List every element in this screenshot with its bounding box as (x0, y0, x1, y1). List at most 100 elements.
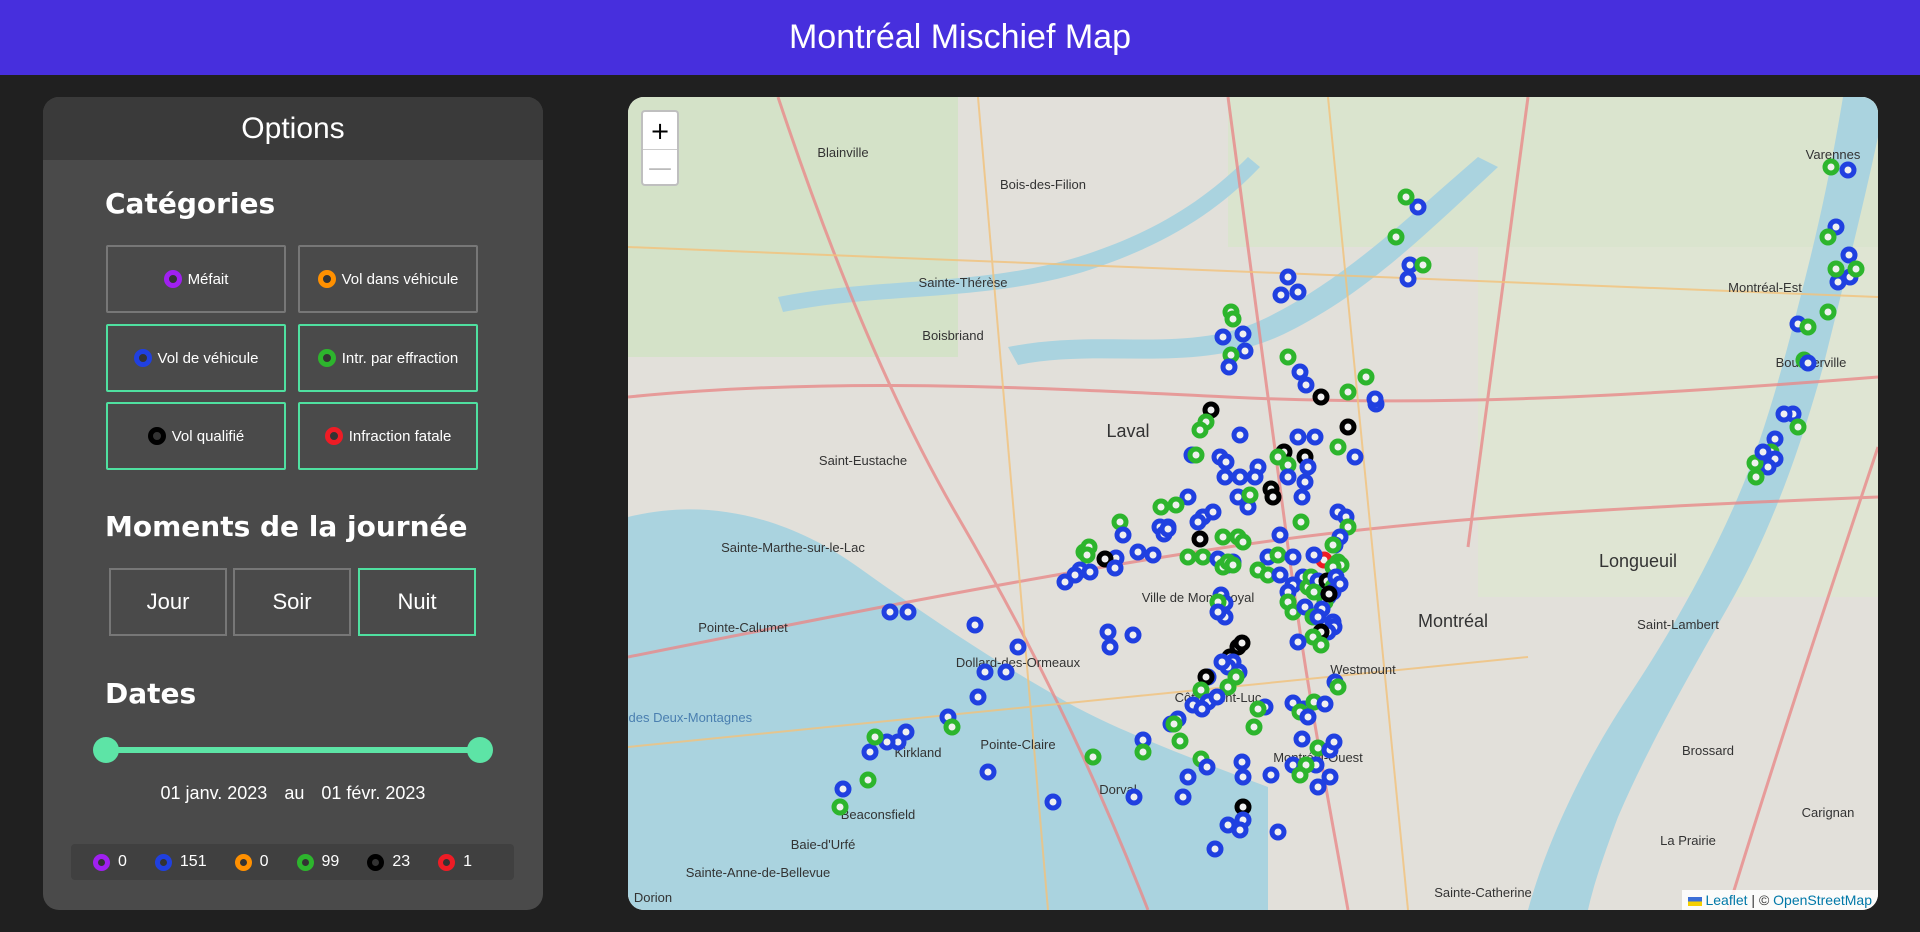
crime-marker[interactable] (1216, 468, 1234, 486)
crime-marker[interactable] (1219, 678, 1237, 696)
crime-marker[interactable] (1198, 758, 1216, 776)
crime-marker[interactable] (1293, 730, 1311, 748)
crime-marker[interactable] (1321, 768, 1339, 786)
crime-marker[interactable] (966, 616, 984, 634)
crime-marker[interactable] (1329, 438, 1347, 456)
crime-marker[interactable] (1234, 768, 1252, 786)
crime-marker[interactable] (1297, 376, 1315, 394)
crime-marker[interactable] (1179, 768, 1197, 786)
crime-marker[interactable] (1179, 488, 1197, 506)
crime-marker[interactable] (1152, 498, 1170, 516)
crime-marker[interactable] (1299, 708, 1317, 726)
crime-marker[interactable] (1309, 778, 1327, 796)
crime-marker[interactable] (1234, 798, 1252, 816)
crime-marker[interactable] (1204, 503, 1222, 521)
crime-marker[interactable] (1799, 318, 1817, 336)
crime-marker[interactable] (1187, 446, 1205, 464)
crime-marker[interactable] (1245, 718, 1263, 736)
map-view[interactable]: Blainville Bois-des-Filion Sainte-Thérèse B… (628, 97, 1878, 910)
crime-marker[interactable] (1124, 626, 1142, 644)
crime-marker[interactable] (1819, 228, 1837, 246)
crime-marker[interactable] (1249, 700, 1267, 718)
crime-marker[interactable] (1189, 513, 1207, 531)
crime-marker[interactable] (1231, 821, 1249, 839)
crime-marker[interactable] (1171, 732, 1189, 750)
crime-marker[interactable] (831, 798, 849, 816)
leaflet-link[interactable]: Leaflet (1705, 892, 1747, 908)
crime-marker[interactable] (1246, 468, 1264, 486)
crime-marker[interactable] (1233, 634, 1251, 652)
crime-marker[interactable] (1272, 286, 1290, 304)
category-vol-de-vehicule-button[interactable]: Vol de véhicule (106, 324, 286, 392)
crime-marker[interactable] (1399, 270, 1417, 288)
crime-marker[interactable] (1262, 766, 1280, 784)
crime-marker[interactable] (1234, 325, 1252, 343)
crime-marker[interactable] (1759, 458, 1777, 476)
crime-marker[interactable] (1339, 383, 1357, 401)
crime-marker[interactable] (1269, 546, 1287, 564)
crime-marker[interactable] (1129, 543, 1147, 561)
zoom-out-button[interactable]: — (643, 149, 677, 186)
crime-marker[interactable] (1111, 513, 1129, 531)
crime-marker[interactable] (1324, 536, 1342, 554)
crime-marker[interactable] (1165, 715, 1183, 733)
crime-marker[interactable] (1179, 548, 1197, 566)
time-nuit-button[interactable]: Nuit (358, 568, 476, 636)
crime-marker[interactable] (1789, 418, 1807, 436)
crime-marker[interactable] (1144, 546, 1162, 564)
crime-marker[interactable] (1329, 678, 1347, 696)
date-start-handle[interactable] (93, 737, 119, 763)
crime-marker[interactable] (1775, 405, 1793, 423)
openstreetmap-link[interactable]: OpenStreetMap (1773, 892, 1872, 908)
crime-marker[interactable] (1289, 428, 1307, 446)
crime-marker[interactable] (1193, 700, 1211, 718)
crime-marker[interactable] (1224, 556, 1242, 574)
crime-marker[interactable] (1309, 608, 1327, 626)
crime-marker[interactable] (1197, 668, 1215, 686)
crime-marker[interactable] (1078, 546, 1096, 564)
category-vol-dans-vehicule-button[interactable]: Vol dans véhicule (298, 245, 478, 313)
crime-marker[interactable] (1312, 388, 1330, 406)
crime-marker[interactable] (1167, 496, 1185, 514)
crime-marker[interactable] (1346, 448, 1364, 466)
crime-marker[interactable] (861, 743, 879, 761)
category-vol-qualifie-button[interactable]: Vol qualifié (106, 402, 286, 470)
crime-marker[interactable] (1799, 354, 1817, 372)
crime-marker[interactable] (1339, 418, 1357, 436)
crime-marker[interactable] (1269, 823, 1287, 841)
crime-marker[interactable] (881, 603, 899, 621)
crime-marker[interactable] (1292, 513, 1310, 531)
crime-marker[interactable] (1366, 390, 1384, 408)
crime-marker[interactable] (1213, 653, 1231, 671)
crime-marker[interactable] (1325, 733, 1343, 751)
crime-marker[interactable] (1234, 533, 1252, 551)
crime-marker[interactable] (1271, 526, 1289, 544)
crime-marker[interactable] (1840, 246, 1858, 264)
crime-marker[interactable] (1191, 421, 1209, 439)
crime-marker[interactable] (1056, 573, 1074, 591)
date-end-handle[interactable] (467, 737, 493, 763)
crime-marker[interactable] (1194, 548, 1212, 566)
crime-marker[interactable] (1822, 158, 1840, 176)
crime-marker[interactable] (1134, 743, 1152, 761)
crime-marker[interactable] (1847, 260, 1865, 278)
crime-marker[interactable] (1397, 188, 1415, 206)
crime-marker[interactable] (1271, 566, 1289, 584)
crime-marker[interactable] (1289, 283, 1307, 301)
crime-marker[interactable] (1305, 583, 1323, 601)
category-mefait-button[interactable]: Méfait (106, 245, 286, 313)
crime-marker[interactable] (1217, 453, 1235, 471)
crime-marker[interactable] (1293, 488, 1311, 506)
crime-marker[interactable] (834, 780, 852, 798)
crime-marker[interactable] (1306, 428, 1324, 446)
crime-marker[interactable] (1241, 486, 1259, 504)
crime-marker[interactable] (1827, 260, 1845, 278)
crime-marker[interactable] (1766, 430, 1784, 448)
crime-marker[interactable] (1264, 488, 1282, 506)
crime-marker[interactable] (1208, 688, 1226, 706)
crime-marker[interactable] (1099, 623, 1117, 641)
crime-marker[interactable] (1291, 363, 1309, 381)
crime-marker[interactable] (1291, 766, 1309, 784)
crime-marker[interactable] (1106, 559, 1124, 577)
category-intr-effraction-button[interactable]: Intr. par effraction (298, 324, 478, 392)
